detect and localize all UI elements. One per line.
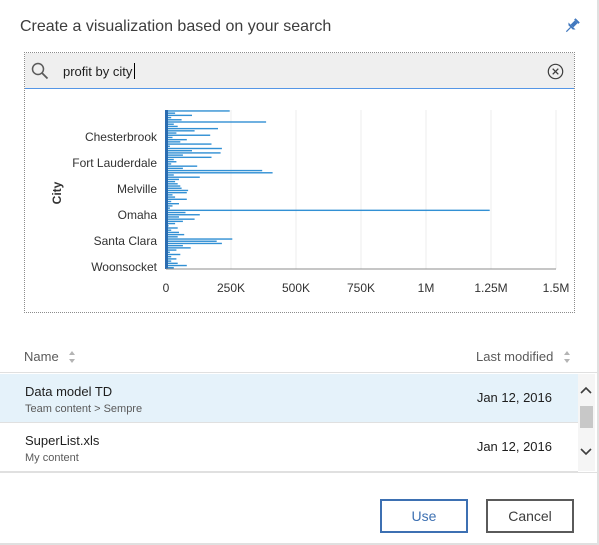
x-tick-label: 1M: [418, 281, 435, 295]
cancel-button[interactable]: Cancel: [486, 499, 574, 533]
item-modified: Jan 12, 2016: [476, 390, 552, 405]
y-tick-label: Fort Lauderdale: [72, 156, 157, 170]
bar: [166, 114, 192, 117]
bar: [166, 167, 183, 170]
sort-arrows-icon[interactable]: [68, 349, 76, 365]
list-header: Name Last modified: [0, 341, 597, 373]
bar: [166, 172, 273, 174]
visualization-dialog: Create a visualization based on your sea…: [0, 0, 599, 545]
y-tick-label: Omaha: [118, 208, 158, 222]
bar: [166, 214, 200, 216]
y-tick-label: Chesterbrook: [85, 130, 158, 144]
bar: [166, 127, 218, 130]
search-panel: Chesterbrook Fort Lauderdale Melville Omaha…: [24, 52, 575, 313]
bar: [166, 220, 183, 223]
x-tick-label: 1.25M: [474, 281, 507, 295]
bar: [166, 253, 181, 256]
bar: [166, 233, 185, 236]
x-tick-label: 1.5M: [543, 281, 570, 295]
search-bar: [25, 53, 574, 89]
column-header-last-modified[interactable]: Last modified: [476, 349, 553, 364]
y-axis-line: [165, 110, 168, 269]
bar: [166, 154, 183, 156]
bar: [166, 150, 192, 152]
y-axis-title: City: [50, 181, 64, 204]
y-tick-label: Santa Clara: [94, 234, 158, 248]
chevron-up-icon[interactable]: [580, 386, 592, 394]
bar: [166, 242, 222, 245]
x-tick-label: 500K: [282, 281, 310, 295]
bar: [166, 165, 198, 167]
bar: [166, 169, 263, 172]
column-header-name[interactable]: Name: [24, 349, 59, 364]
chart-grid: [165, 110, 557, 269]
bar: [166, 189, 189, 192]
bar: [166, 121, 267, 123]
list-scrollbar[interactable]: [578, 374, 595, 471]
bar: [166, 143, 212, 145]
chevron-down-icon[interactable]: [580, 448, 592, 456]
y-tick-label: Woonsocket: [91, 260, 157, 274]
dialog-title: Create a visualization based on your sea…: [20, 18, 332, 35]
item-name: SuperList.xls: [25, 433, 100, 448]
bar: [166, 141, 181, 143]
bar: [166, 264, 187, 267]
bar: [166, 209, 490, 212]
item-location: Team content > Sempre: [25, 403, 143, 415]
item-name: Data model TD: [25, 384, 113, 399]
item-modified: Jan 12, 2016: [476, 439, 552, 454]
sort-arrows-icon[interactable]: [563, 349, 571, 365]
bar: [166, 147, 222, 150]
bar: [166, 218, 195, 220]
bar: [166, 110, 230, 112]
bar: [166, 238, 233, 240]
bar: [166, 156, 212, 159]
bar: [166, 176, 200, 178]
bar: [166, 119, 182, 121]
bar: [166, 198, 187, 200]
bar: [166, 240, 217, 242]
text-caret: [134, 63, 135, 79]
pin-icon[interactable]: [563, 17, 581, 35]
profit-by-city-chart: Chesterbrook Fort Lauderdale Melville Omaha…: [50, 110, 570, 295]
y-tick-label: Melville: [117, 182, 157, 196]
bar: [166, 138, 187, 141]
x-tick-label: 250K: [217, 281, 245, 295]
bar: [166, 187, 182, 189]
bar: [166, 152, 221, 154]
clear-circle-icon[interactable]: [547, 63, 564, 80]
bar: [166, 244, 183, 247]
bar: [166, 130, 195, 132]
use-button[interactable]: Use: [380, 499, 468, 533]
x-tick-label: 750K: [347, 281, 375, 295]
bar: [166, 247, 191, 249]
x-tick-label: 0: [163, 281, 170, 295]
y-axis-labels: Chesterbrook Fort Lauderdale Melville Omaha…: [72, 130, 158, 274]
list-item[interactable]: Data model TD Team content > Sempre Jan …: [0, 374, 578, 423]
scrollbar-thumb[interactable]: [580, 406, 593, 428]
list-item[interactable]: SuperList.xls My content Jan 12, 2016: [0, 423, 578, 472]
bar: [166, 134, 211, 136]
x-axis-labels: 0 250K 500K 750K 1M 1.25M 1.5M: [163, 281, 570, 295]
bar: [166, 211, 186, 214]
item-location: My content: [25, 452, 79, 464]
search-icon: [31, 62, 49, 80]
footer-divider: [0, 472, 597, 473]
search-input[interactable]: [63, 62, 543, 80]
bar: [166, 191, 187, 194]
bar: [166, 185, 181, 187]
